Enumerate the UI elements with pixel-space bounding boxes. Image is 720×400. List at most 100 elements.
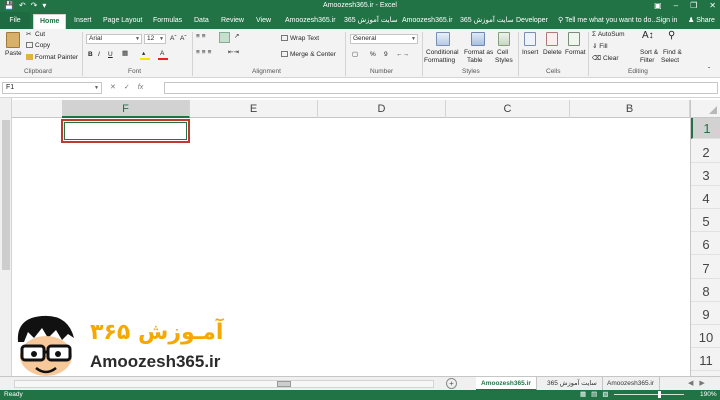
horizontal-scrollbar[interactable] xyxy=(14,380,434,388)
sort-filter-icon[interactable]: A↕ xyxy=(642,31,654,41)
paste-button[interactable]: Paste xyxy=(5,50,22,58)
tab-file[interactable]: File xyxy=(0,12,30,29)
page-layout-view-icon[interactable]: ▤ xyxy=(591,390,597,400)
selected-cell[interactable] xyxy=(61,119,190,143)
select-all-corner[interactable] xyxy=(690,100,720,118)
close-icon[interactable]: ✕ xyxy=(709,0,716,12)
tab-home[interactable]: Home xyxy=(33,14,67,29)
decimal-icons[interactable]: ←→ xyxy=(396,51,409,59)
delete-cells-icon[interactable] xyxy=(546,32,558,46)
font-color-icon[interactable]: A xyxy=(160,50,164,58)
format-painter-button[interactable]: Format Painter xyxy=(26,54,78,62)
cancel-icon[interactable]: ✕ xyxy=(110,82,116,94)
insert-cells-button[interactable]: Insert xyxy=(522,49,538,57)
conditional-formatting-icon[interactable] xyxy=(436,32,450,46)
column-header-d[interactable]: D xyxy=(318,100,446,118)
tab-review[interactable]: Review xyxy=(221,14,244,29)
add-sheet-icon[interactable]: + xyxy=(446,378,457,389)
tab-amoozesh-2[interactable]: Amoozesh365.ir xyxy=(402,14,453,29)
find-select-label[interactable]: Find & xyxy=(663,49,682,57)
column-header-e[interactable]: E xyxy=(190,100,318,118)
wrap-text-button[interactable]: Wrap Text xyxy=(281,35,319,43)
cell-styles-label-2[interactable]: Styles xyxy=(495,57,513,65)
sheet-tab-3[interactable]: Amoozesh365.ir xyxy=(602,377,660,391)
enter-icon[interactable]: ✓ xyxy=(124,82,130,94)
tab-developer[interactable]: Developer xyxy=(516,14,548,29)
middle-align-icon[interactable] xyxy=(219,32,230,43)
collapse-ribbon-icon[interactable]: ˆ xyxy=(708,67,710,75)
autosum-button[interactable]: Σ AutoSum xyxy=(592,31,625,39)
clear-button[interactable]: ⌫ Clear xyxy=(592,55,619,63)
format-cells-button[interactable]: Format xyxy=(565,49,586,57)
zoom-level[interactable]: 190% xyxy=(700,390,717,400)
row-header-7[interactable]: 7 xyxy=(691,258,720,279)
tab-insert[interactable]: Insert xyxy=(74,14,92,29)
zoom-slider-knob[interactable] xyxy=(658,391,661,398)
scroll-sheets-right-icon[interactable]: ▶ xyxy=(699,378,704,390)
share-button[interactable]: ♟ Share xyxy=(688,14,715,28)
paste-icon[interactable] xyxy=(6,32,20,48)
shrink-font-icon[interactable]: Aˇ xyxy=(180,35,187,43)
indent-icons[interactable]: ⇤⇥ xyxy=(228,49,239,57)
sort-filter-label-2[interactable]: Filter xyxy=(640,57,654,65)
formula-input[interactable] xyxy=(164,82,718,94)
format-as-table-label[interactable]: Format as xyxy=(464,49,493,57)
vertical-align-icons[interactable]: ≡≡ xyxy=(196,33,208,41)
name-box[interactable]: F1 ▼ xyxy=(2,82,102,94)
currency-icon[interactable]: ▢ xyxy=(352,51,358,59)
font-name-combo[interactable]: Arial ▼ xyxy=(86,34,142,44)
tab-page-layout[interactable]: Page Layout xyxy=(103,14,142,29)
format-as-table-icon[interactable] xyxy=(471,32,485,46)
format-cells-icon[interactable] xyxy=(568,32,580,46)
row-header-8[interactable]: 8 xyxy=(691,281,720,302)
sheet-tab-1[interactable]: Amoozesh365.ir xyxy=(476,377,537,391)
tab-view[interactable]: View xyxy=(256,14,271,29)
tab-formulas[interactable]: Formulas xyxy=(153,14,182,29)
conditional-formatting-label-2[interactable]: Formatting xyxy=(424,57,455,65)
row-header-4[interactable]: 4 xyxy=(691,188,720,209)
tab-amoozesh-fa-1[interactable]: سایت آموزش 365 xyxy=(344,14,398,29)
row-header-5[interactable]: 5 xyxy=(691,211,720,232)
column-header-f[interactable]: F xyxy=(62,100,190,118)
conditional-formatting-label[interactable]: Conditional xyxy=(426,49,459,57)
ribbon-display-options-icon[interactable]: ▣ xyxy=(654,0,662,12)
underline-button[interactable]: U xyxy=(108,51,113,59)
vertical-scrollbar[interactable] xyxy=(0,98,12,376)
minimize-icon[interactable]: – xyxy=(674,0,678,12)
bold-button[interactable]: B xyxy=(88,51,93,59)
find-select-label-2[interactable]: Select xyxy=(661,57,679,65)
row-header-1[interactable]: 1 xyxy=(691,118,720,139)
column-header-c[interactable]: C xyxy=(446,100,570,118)
merge-center-button[interactable]: Merge & Center xyxy=(281,51,336,59)
font-size-combo[interactable]: 12 ▼ xyxy=(144,34,166,44)
scroll-sheets-left-icon[interactable]: ◀ xyxy=(688,378,693,390)
tab-data[interactable]: Data xyxy=(194,14,209,29)
sort-filter-label[interactable]: Sort & xyxy=(640,49,658,57)
italic-button[interactable]: I xyxy=(98,51,100,59)
zoom-slider[interactable] xyxy=(614,391,684,398)
tell-me-box[interactable]: ⚲ Tell me what you want to do... xyxy=(558,14,657,28)
row-header-11[interactable]: 11 xyxy=(691,350,720,371)
copy-button[interactable]: Copy xyxy=(26,42,50,50)
tab-amoozesh-1[interactable]: Amoozesh365.ir xyxy=(285,14,336,29)
fill-button[interactable]: ⇓ Fill xyxy=(592,43,608,51)
grow-font-icon[interactable]: Aˆ xyxy=(170,35,177,43)
scrollbar-thumb[interactable] xyxy=(277,381,291,387)
delete-cells-button[interactable]: Delete xyxy=(543,49,562,57)
row-header-2[interactable]: 2 xyxy=(691,142,720,163)
normal-view-icon[interactable]: ▦ xyxy=(580,390,586,400)
cell-styles-label[interactable]: Cell xyxy=(497,49,508,57)
page-break-view-icon[interactable]: ▧ xyxy=(602,390,608,400)
scrollbar-thumb[interactable] xyxy=(2,120,10,270)
row-header-6[interactable]: 6 xyxy=(691,234,720,255)
orientation-icon[interactable]: ↗ xyxy=(234,33,239,41)
fill-color-icon[interactable]: ▴ xyxy=(142,50,145,58)
comma-style-button[interactable]: 9 xyxy=(384,51,388,59)
column-header-b[interactable]: B xyxy=(570,100,690,118)
horizontal-align-icons[interactable]: ≡≡≡ xyxy=(196,49,213,57)
sign-in-link[interactable]: Sign in xyxy=(656,14,677,28)
format-as-table-label-2[interactable]: Table xyxy=(467,57,483,65)
cut-button[interactable]: ✂ Cut xyxy=(26,31,45,39)
sheet-tab-2[interactable]: 365 سایت آموزش xyxy=(542,377,603,391)
insert-function-button[interactable]: fx xyxy=(138,82,143,94)
